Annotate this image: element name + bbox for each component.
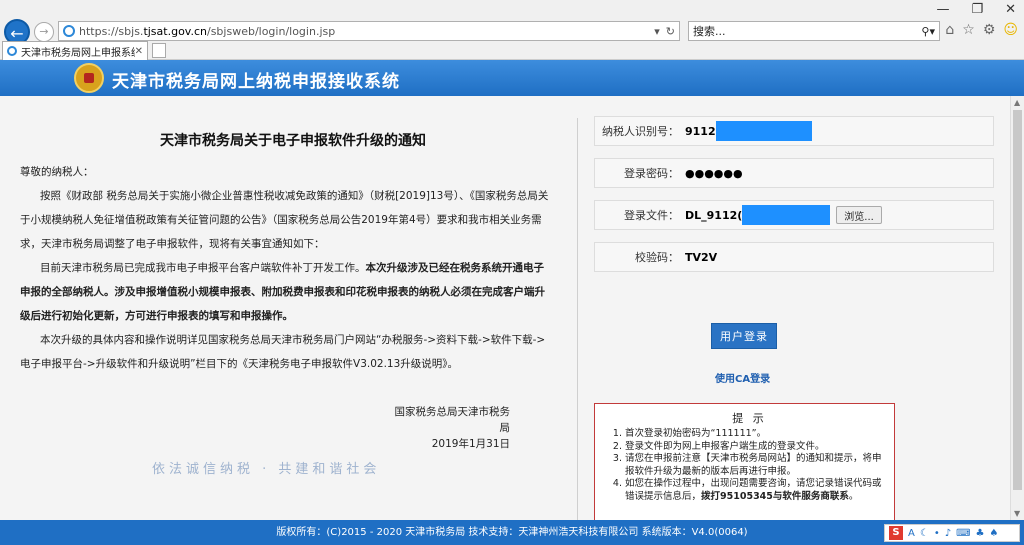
- captcha-label: 校验码：: [635, 251, 679, 264]
- ime-toolbar[interactable]: S A ☾ • ♪ ⌨ ♣ ♠: [884, 524, 1020, 542]
- tab-close-icon[interactable]: ✕: [135, 46, 143, 57]
- url-prefix: https://sbjs.: [79, 24, 144, 38]
- page-scrollbar[interactable]: ▲ ▼: [1010, 96, 1024, 520]
- ime-keyboard-icon[interactable]: ⌨: [956, 528, 970, 539]
- login-file-value: DL_9112(: [685, 208, 743, 222]
- settings-gear-icon[interactable]: ⚙: [983, 22, 996, 38]
- address-url[interactable]: https://sbjs.tjsat.gov.cn/sbjsweb/login/…: [79, 25, 654, 38]
- arrow-right-icon: →: [39, 25, 49, 38]
- ca-login-link[interactable]: 使用CA登录: [715, 370, 770, 385]
- home-icon[interactable]: ⌂: [945, 22, 954, 38]
- taxid-label: 纳税人识别号：: [602, 125, 679, 138]
- site-favicon-icon: [63, 25, 75, 37]
- notice-paragraph-1: 按照《财政部 税务总局关于实施小微企业普惠性税收减免政策的通知》（财税[2019…: [20, 190, 549, 250]
- url-domain: tjsat.gov.cn: [143, 24, 207, 38]
- minimize-icon[interactable]: —: [936, 2, 949, 17]
- browser-chrome: — ❐ ✕ ← → https://sbjs.tjsat.gov.cn/sbjs…: [0, 0, 1024, 60]
- tip-item: 首次登录初始密码为“111111”。: [625, 428, 884, 441]
- login-file-label: 登录文件：: [624, 209, 679, 222]
- refresh-icon[interactable]: ↻: [666, 25, 675, 38]
- password-label: 登录密码：: [624, 167, 679, 180]
- taxid-value: 9112: [685, 124, 716, 138]
- login-button[interactable]: 用户登录: [711, 323, 777, 349]
- password-row: 登录密码： ●●●●●●: [594, 158, 994, 188]
- redaction-mask: [742, 205, 831, 225]
- login-file-row: 登录文件： DL_9112( 浏览...: [594, 200, 994, 230]
- search-dropdown-icon[interactable]: ▾: [929, 25, 935, 38]
- notice-panel: 天津市税务局关于电子申报软件升级的通知 尊敬的纳税人： 按照《财政部 税务总局关…: [20, 130, 550, 376]
- ime-skin-icon[interactable]: ♣: [976, 528, 985, 539]
- signature-org: 国家税务总局天津市税务局: [394, 406, 511, 434]
- login-file-input[interactable]: DL_9112(: [685, 205, 831, 225]
- tip-item: 登录文件即为网上申报客户端生成的登录文件。: [625, 441, 884, 454]
- address-bar[interactable]: https://sbjs.tjsat.gov.cn/sbjsweb/login/…: [58, 21, 680, 41]
- forward-button[interactable]: →: [34, 22, 54, 42]
- ime-shirt-icon[interactable]: ♠: [990, 528, 999, 539]
- ime-moon-icon[interactable]: ☾: [920, 528, 929, 539]
- close-window-icon[interactable]: ✕: [1005, 2, 1016, 17]
- notice-paragraph-3: 本次升级的具体内容和操作说明详见国家税务总局天津市税务局门户网站“办税服务->资…: [20, 334, 546, 370]
- tip-item-4-end: 。: [848, 490, 859, 502]
- notice-signature: 国家税务总局天津市税务局 2019年1月31日: [390, 404, 511, 452]
- site-title: 天津市税务局网上纳税申报接收系统: [112, 72, 400, 92]
- vertical-divider: [577, 118, 578, 528]
- search-box[interactable]: 搜索... ⚲ ▾: [688, 21, 940, 41]
- notice-paragraph-2-plain: 目前天津市税务局已完成我市电子申报平台客户端软件补丁开发工作。: [40, 262, 366, 274]
- tab-bar: 天津市税务局网上申报系统 ✕: [0, 41, 1024, 60]
- tips-list: 首次登录初始密码为“111111”。 登录文件即为网上申报客户端生成的登录文件。…: [615, 428, 884, 503]
- page-footer: 版权所有：(C)2015 - 2020 天津市税务局 技术支持：天津神州浩天科技…: [0, 520, 1024, 545]
- captcha-row: 校验码： TV2V: [594, 242, 994, 272]
- tab-title: 天津市税务局网上申报系统: [21, 47, 135, 59]
- url-suffix: /sbjsweb/login/login.jsp: [206, 24, 336, 38]
- notice-paragraph-2: 目前天津市税务局已完成我市电子申报平台客户端软件补丁开发工作。本次升级涉及已经在…: [20, 256, 550, 328]
- tip-item: 如您在操作过程中，出现问题需要咨询，请您记录错误代码或错误提示信息后，拨打951…: [625, 478, 884, 503]
- scroll-up-icon[interactable]: ▲: [1014, 98, 1020, 107]
- captcha-input[interactable]: TV2V: [685, 251, 717, 264]
- window-controls: — ❐ ✕: [936, 2, 1016, 17]
- search-icon[interactable]: ⚲: [921, 25, 929, 38]
- tip-item: 请您在申报前注意【天津市税务局网站】的通知和提示，将申报软件升级为最新的版本后再…: [625, 453, 884, 478]
- tip-item-4-bold: 拨打95105345与软件服务商联系: [701, 490, 849, 502]
- site-header: 天津市税务局网上纳税申报接收系统: [0, 60, 1024, 96]
- scroll-down-icon[interactable]: ▼: [1014, 509, 1020, 518]
- restore-icon[interactable]: ❐: [971, 2, 983, 17]
- tax-emblem-icon: [74, 63, 104, 93]
- tab-favicon-icon: [7, 46, 17, 56]
- ime-mic-icon[interactable]: ♪: [945, 528, 951, 539]
- ime-punct-icon[interactable]: •: [934, 528, 940, 539]
- redaction-mask: [715, 121, 812, 141]
- taxid-row: 纳税人识别号： 9112: [594, 116, 994, 146]
- favorites-star-icon[interactable]: ☆: [962, 22, 975, 38]
- feedback-smiley-icon[interactable]: ☺: [1003, 22, 1018, 38]
- scrollbar-thumb[interactable]: [1013, 110, 1022, 490]
- signature-date: 2019年1月31日: [431, 438, 510, 450]
- taxid-input[interactable]: 9112: [685, 121, 812, 141]
- sogou-logo-icon[interactable]: S: [889, 526, 903, 540]
- tips-box: 提 示 首次登录初始密码为“111111”。 登录文件即为网上申报客户端生成的登…: [594, 403, 895, 527]
- dropdown-icon[interactable]: ▾: [654, 25, 660, 38]
- tips-title: 提 示: [732, 412, 767, 425]
- search-input[interactable]: 搜索...: [693, 23, 921, 39]
- password-input[interactable]: ●●●●●●: [685, 167, 743, 180]
- ime-mode-icon[interactable]: A: [908, 528, 915, 539]
- notice-greeting: 尊敬的纳税人：: [20, 166, 94, 178]
- browse-button[interactable]: 浏览...: [836, 206, 882, 224]
- notice-title: 天津市税务局关于电子申报软件升级的通知: [160, 133, 426, 149]
- slogan: 依法诚信纳税 · 共建和谐社会: [152, 462, 381, 477]
- new-tab-button[interactable]: [152, 43, 166, 58]
- tab-active[interactable]: 天津市税务局网上申报系统 ✕: [2, 41, 148, 60]
